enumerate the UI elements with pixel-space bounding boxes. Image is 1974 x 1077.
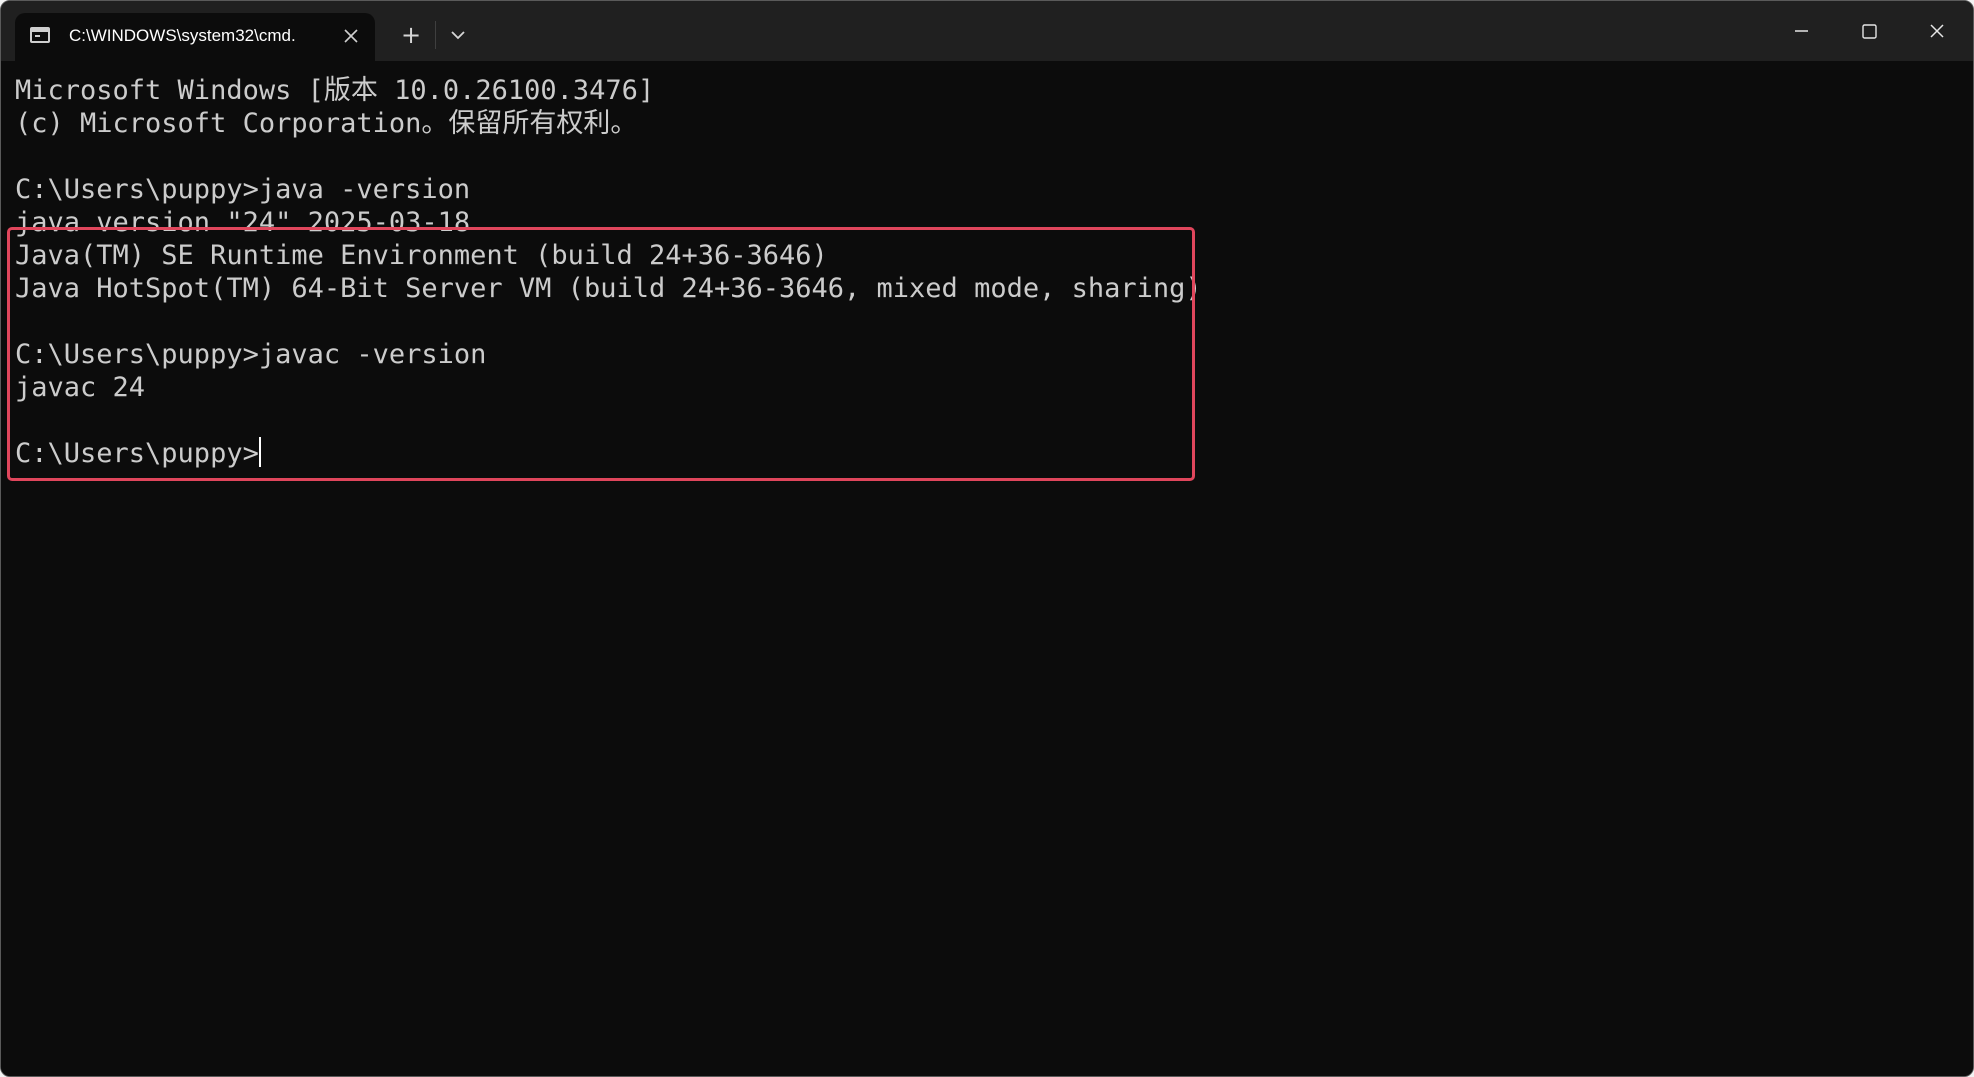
maximize-icon xyxy=(1862,24,1877,39)
chevron-down-icon xyxy=(451,31,465,40)
close-icon xyxy=(1930,24,1944,38)
close-icon xyxy=(344,29,358,43)
tab-title: C:\WINDOWS\system32\cmd. xyxy=(69,26,296,45)
maximize-button[interactable] xyxy=(1835,1,1903,61)
terminal-line: (c) Microsoft Corporation。保留所有权利。 xyxy=(15,108,638,139)
new-tab-button[interactable]: + xyxy=(395,19,427,51)
tab-dropdown-button[interactable] xyxy=(442,19,474,51)
terminal-line: Microsoft Windows [版本 10.0.26100.3476] xyxy=(15,75,655,106)
close-tab-button[interactable] xyxy=(337,22,365,50)
scrollbar[interactable] xyxy=(1969,61,1973,1076)
minimize-button[interactable] xyxy=(1767,1,1835,61)
terminal-icon xyxy=(30,27,50,43)
close-window-button[interactable] xyxy=(1903,1,1971,61)
title-bar[interactable]: C:\WINDOWS\system32\cmd. + xyxy=(1,1,1973,61)
highlight-box xyxy=(7,227,1195,481)
tab-divider xyxy=(435,21,436,49)
terminal-line: C:\Users\puppy>java -version xyxy=(15,174,471,205)
terminal-window: C:\WINDOWS\system32\cmd. + Microsoft Win… xyxy=(0,0,1974,1077)
terminal-output[interactable]: Microsoft Windows [版本 10.0.26100.3476] (… xyxy=(1,61,1973,1076)
tab-cmd[interactable]: C:\WINDOWS\system32\cmd. xyxy=(15,13,375,61)
minimize-icon xyxy=(1795,30,1808,32)
